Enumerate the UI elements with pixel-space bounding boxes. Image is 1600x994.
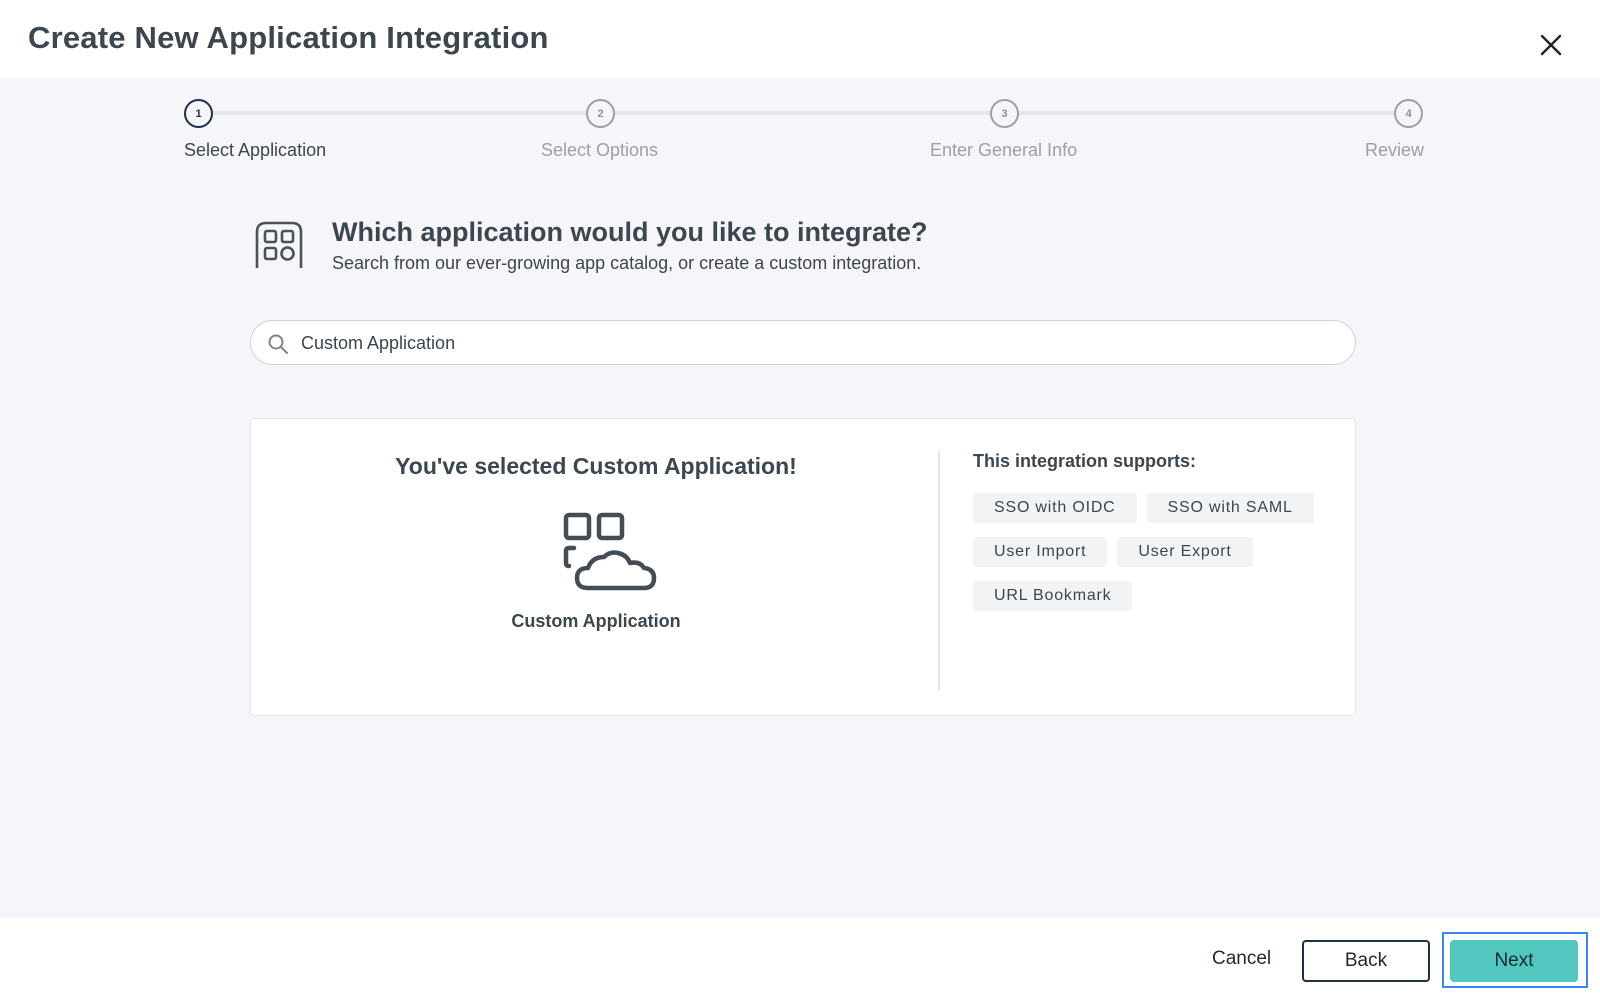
feature-chip-user-import: User Import xyxy=(973,537,1108,567)
selected-app-card: You've selected Custom Application! Cust… xyxy=(250,418,1356,716)
close-button[interactable] xyxy=(1536,30,1566,60)
feature-chip-url-bookmark: URL Bookmark xyxy=(973,581,1133,611)
question-subtitle: Search from our ever-growing app catalog… xyxy=(332,253,922,273)
app-catalog-icon xyxy=(255,221,303,268)
selected-app-name: Custom Application xyxy=(511,611,681,631)
step-1-indicator: 1 xyxy=(184,99,213,128)
custom-app-cloud-icon xyxy=(563,512,657,591)
back-button[interactable]: Back xyxy=(1302,940,1430,982)
progress-stepper: 1 Select Application 2 Select Options 3 … xyxy=(0,78,1600,188)
step-1-label: Select Application xyxy=(184,140,327,160)
step-4-label: Review xyxy=(1365,140,1425,160)
cancel-button[interactable]: Cancel xyxy=(1212,948,1271,970)
modal-footer: Cancel Back Next xyxy=(0,918,1600,994)
modal-body: 1 Select Application 2 Select Options 3 … xyxy=(0,78,1600,918)
modal-header: Create New Application Integration xyxy=(0,0,1600,78)
question-title: Which application would you like to inte… xyxy=(332,217,928,247)
supports-title: This integration supports: xyxy=(973,451,1196,471)
modal-title: Create New Application Integration xyxy=(28,20,549,55)
step-3-indicator: 3 xyxy=(990,99,1019,128)
selection-title: You've selected Custom Application! xyxy=(395,453,797,479)
step-2-label: Select Options xyxy=(541,140,659,160)
card-divider xyxy=(938,451,940,691)
stepper-track xyxy=(212,111,1406,115)
app-search-field[interactable] xyxy=(250,320,1356,365)
feature-chip-list: SSO with OIDC SSO with SAML User Import … xyxy=(973,493,1333,611)
search-icon xyxy=(268,334,288,354)
next-button[interactable]: Next xyxy=(1450,940,1578,982)
close-icon xyxy=(1540,34,1562,56)
feature-chip-user-export: User Export xyxy=(1117,537,1253,567)
step-3-label: Enter General Info xyxy=(930,140,1078,160)
feature-chip-sso-oidc: SSO with OIDC xyxy=(973,493,1137,523)
step-2-indicator: 2 xyxy=(586,99,615,128)
app-search-input[interactable] xyxy=(301,329,1341,357)
feature-chip-sso-saml: SSO with SAML xyxy=(1146,493,1314,523)
step-4-indicator: 4 xyxy=(1394,99,1423,128)
